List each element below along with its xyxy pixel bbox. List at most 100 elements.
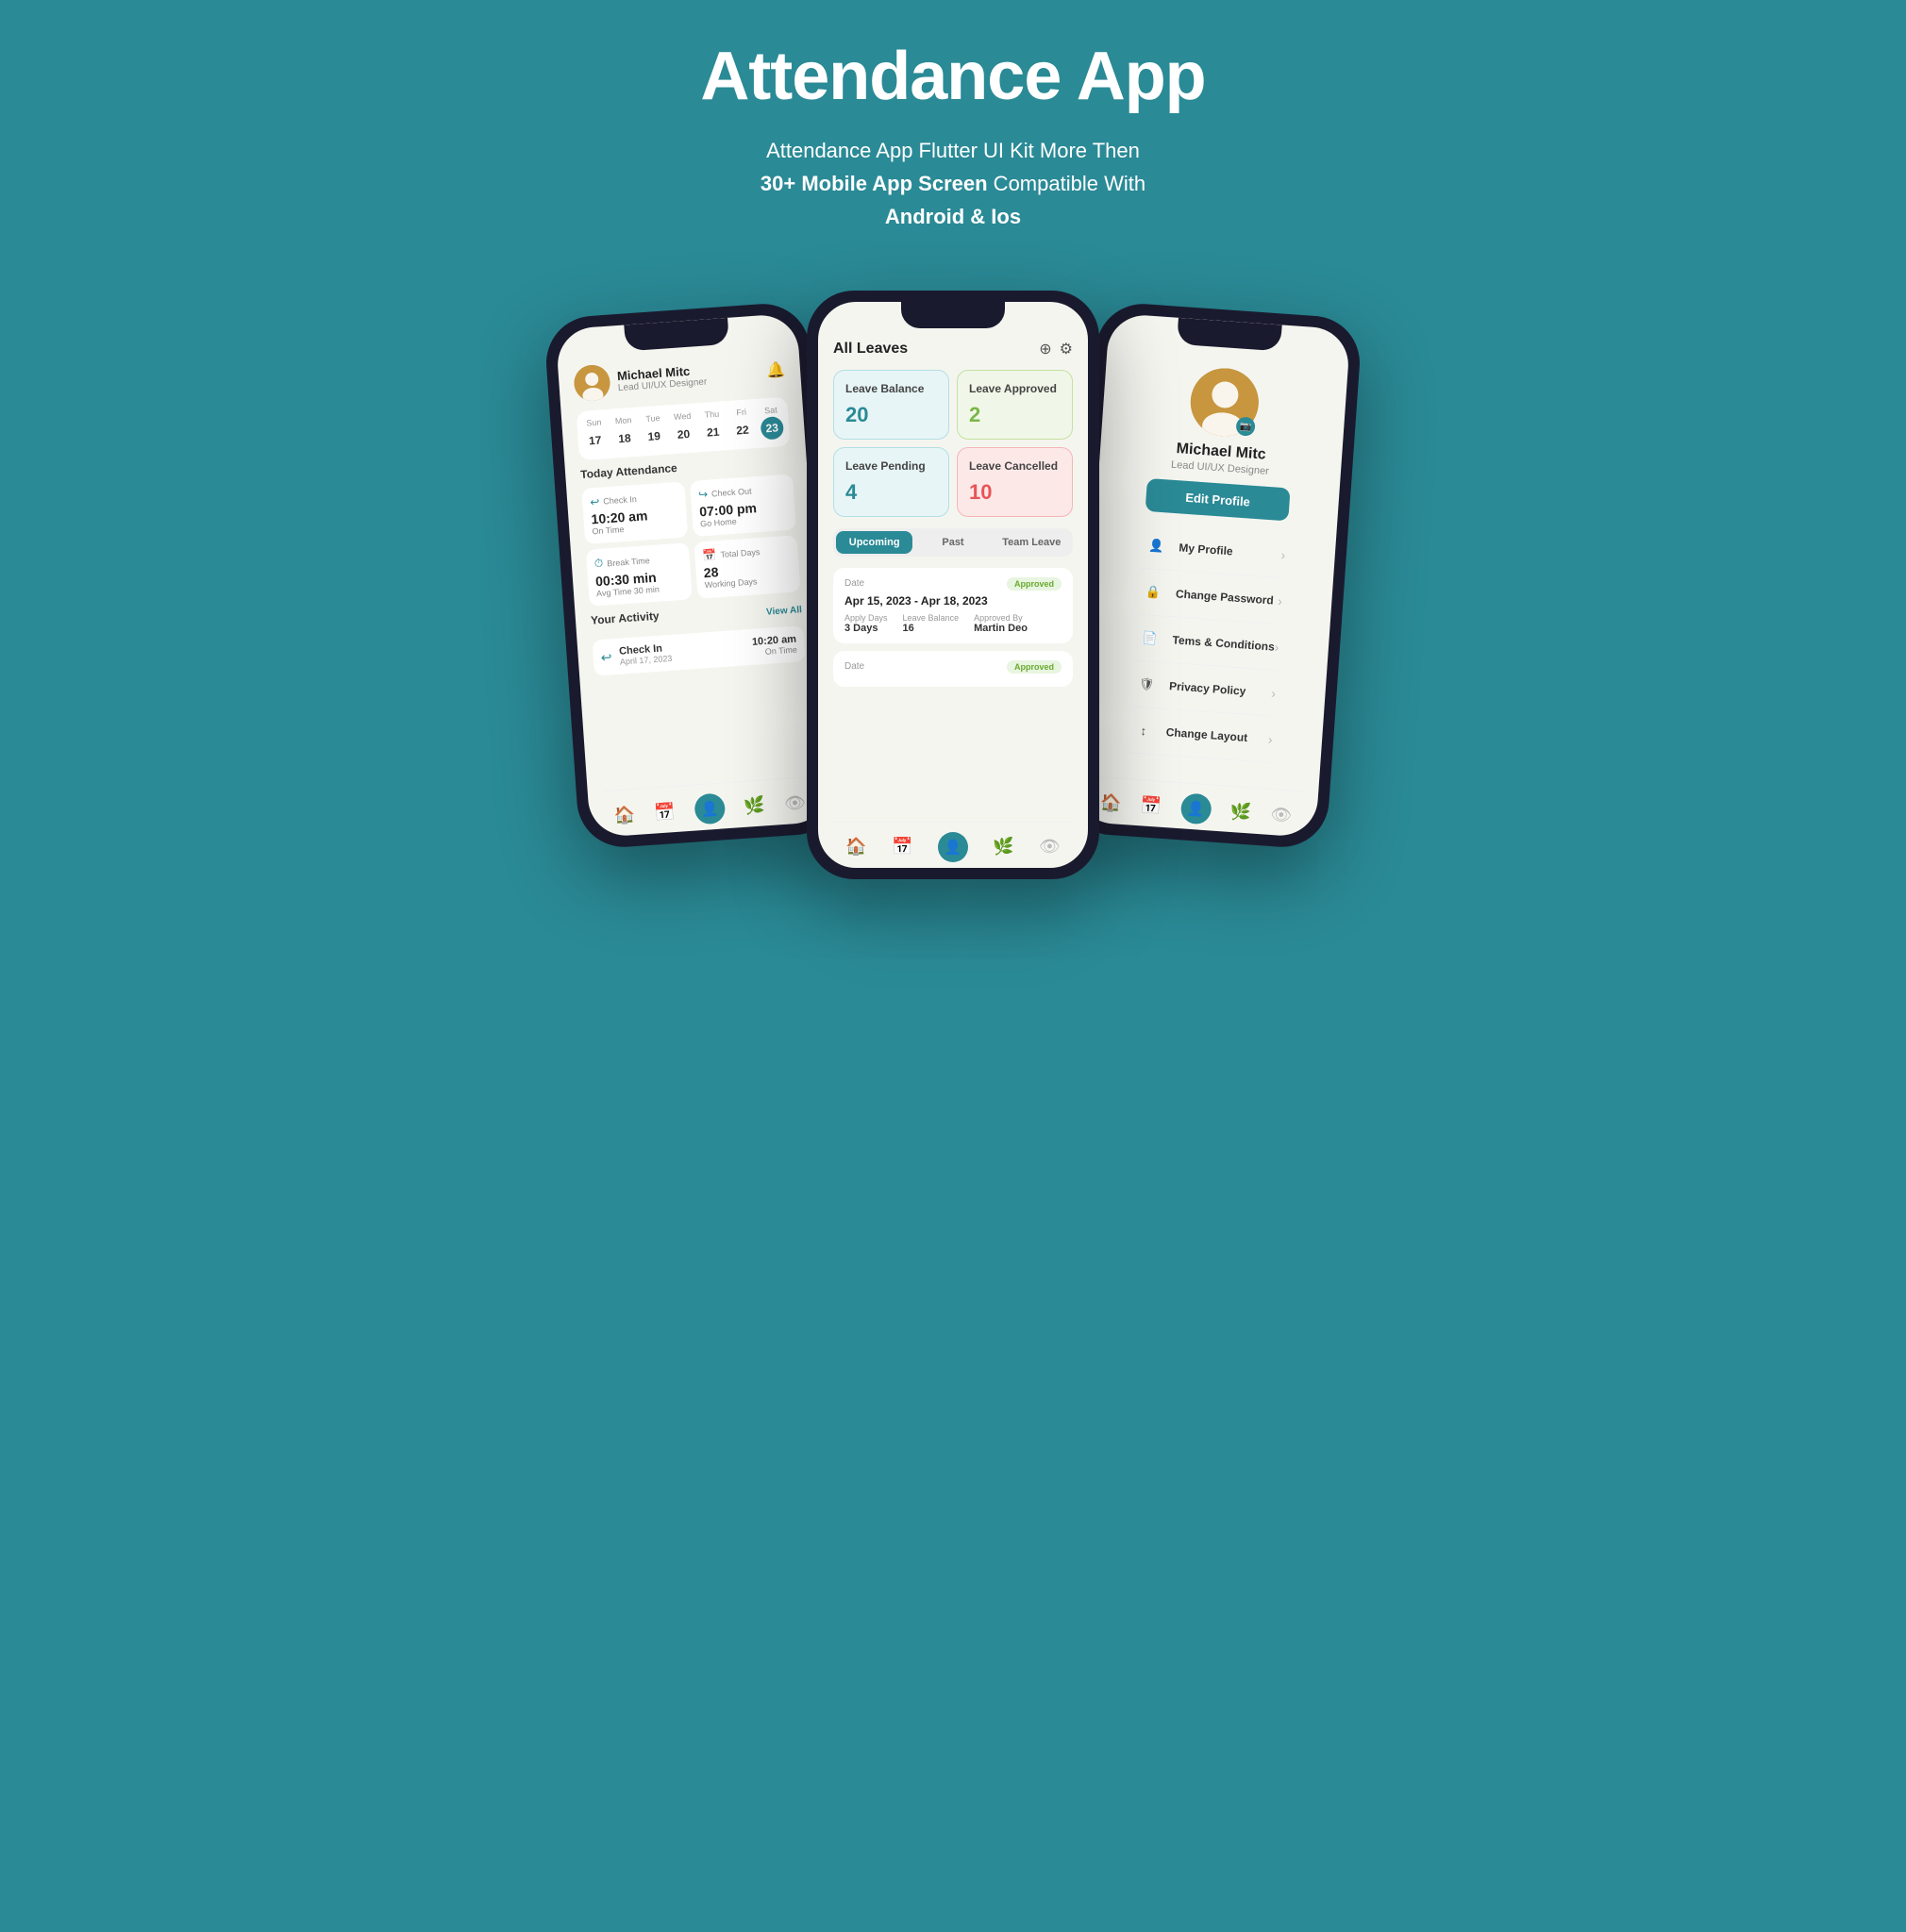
leaves-tabs: Upcoming Past Team Leave — [833, 528, 1073, 557]
phone-attendance: Michael Mitc Lead UI/UX Designer 🔔 Sun 1… — [543, 300, 844, 849]
menu-terms-label: Tems & Conditions — [1172, 633, 1275, 654]
approved-by-1: Approved By Martin Deo — [974, 613, 1028, 634]
leave-balance-title: Leave Balance — [845, 382, 937, 395]
nav-home-right[interactable]: 🏠 — [1099, 791, 1122, 813]
nav-home-center[interactable]: 🏠 — [845, 837, 866, 857]
leave-approved-value: 2 — [969, 403, 1061, 427]
menu-terms-icon: 📄 — [1136, 624, 1164, 652]
nav-leaves-center[interactable]: 🌿 — [993, 837, 1013, 857]
cal-day-sun: Sun 17 — [582, 417, 607, 453]
nav-profile-right[interactable]: 👁 — [1270, 804, 1293, 825]
leave-balance-card: Leave Balance 20 — [833, 370, 949, 440]
leave-pending-card: Leave Pending 4 — [833, 447, 949, 517]
phone-leaves: All Leaves ⊕ ⚙ Leave Balance 20 Leave Ap… — [807, 291, 1099, 879]
leave-item-header-2: Date Approved — [844, 660, 1062, 674]
menu-password-icon: 🔒 — [1139, 577, 1167, 606]
activity-icon: ↩ — [600, 648, 612, 665]
leaves-actions: ⊕ ⚙ — [1039, 340, 1073, 358]
activity-time-wrap: 10:20 am On Time — [752, 633, 798, 657]
checkout-card: ↪ Check Out 07:00 pm Go Home — [690, 474, 796, 536]
leave-item-footer-1: Apply Days 3 Days Leave Balance 16 Appro… — [844, 613, 1062, 634]
leave-balance-footer-1: Leave Balance 16 — [903, 613, 960, 634]
cal-day-thu: Thu 21 — [700, 408, 725, 444]
leave-item-header-1: Date Approved — [844, 577, 1062, 591]
tab-upcoming[interactable]: Upcoming — [836, 531, 912, 554]
bottom-nav-left: 🏠 📅 👤 🌿 👁 — [603, 775, 817, 837]
menu-privacy-arrow: › — [1271, 685, 1277, 700]
nav-leaves-right[interactable]: 🌿 — [1229, 801, 1252, 823]
menu-terms-arrow: › — [1274, 639, 1279, 654]
leave-cancelled-card: Leave Cancelled 10 — [957, 447, 1073, 517]
menu-profile-label: My Profile — [1179, 541, 1281, 561]
leaves-title: All Leaves — [833, 341, 908, 358]
leaves-grid: Leave Balance 20 Leave Approved 2 Leave … — [833, 370, 1073, 517]
totaldays-icon: 📅 — [702, 548, 717, 562]
menu-layout-icon: ↕ — [1129, 716, 1158, 744]
nav-people-right[interactable]: 👤 — [1179, 792, 1212, 824]
leave-approved-title: Leave Approved — [969, 382, 1061, 395]
leave-pending-value: 4 — [845, 480, 937, 505]
leave-pending-title: Leave Pending — [845, 459, 937, 473]
user-info-left: Michael Mitc Lead UI/UX Designer — [617, 358, 768, 393]
view-all-link[interactable]: View All — [766, 604, 802, 617]
nav-people-left[interactable]: 👤 — [694, 792, 726, 824]
leave-item-date-label-1: Date — [844, 578, 864, 589]
leave-approved-card: Leave Approved 2 — [957, 370, 1073, 440]
profile-avatar-wrap: 📷 — [1188, 366, 1261, 439]
nav-profile-center[interactable]: 👁 — [1039, 837, 1061, 857]
leave-balance-value: 20 — [845, 403, 937, 427]
nav-profile-left[interactable]: 👁 — [783, 791, 806, 813]
profile-screen: 📷 Michael Mitc Lead UI/UX Designer Edit … — [1129, 354, 1298, 763]
total-days-card: 📅 Total Days 28 Working Days — [694, 535, 801, 598]
bell-icon[interactable]: 🔔 — [765, 359, 785, 379]
phones-container: Michael Mitc Lead UI/UX Designer 🔔 Sun 1… — [434, 291, 1472, 879]
apply-days-1: Apply Days 3 Days — [844, 613, 888, 634]
attendance-header: Michael Mitc Lead UI/UX Designer 🔔 — [573, 351, 786, 402]
cal-day-wed: Wed 20 — [671, 410, 695, 446]
activity-info: Check In April 17, 2023 — [619, 636, 753, 666]
nav-calendar-left[interactable]: 📅 — [654, 801, 677, 823]
bottom-nav-center: 🏠 📅 👤 🌿 👁 — [833, 822, 1073, 868]
menu-password-label: Change Password — [1176, 587, 1279, 608]
add-leave-icon[interactable]: ⊕ — [1039, 340, 1051, 358]
nav-calendar-right[interactable]: 📅 — [1140, 794, 1162, 816]
tab-past[interactable]: Past — [914, 531, 991, 554]
break-card: ⏱ Break Time 00:30 min Avg Time 30 min — [586, 542, 693, 606]
filter-icon[interactable]: ⚙ — [1060, 340, 1073, 358]
page-subtitle: Attendance App Flutter UI Kit More Then … — [761, 134, 1145, 234]
leave-status-1: Approved — [1007, 577, 1062, 591]
check-in-card: ↩ Check In 10:20 am On Time — [581, 481, 688, 543]
cal-day-fri: Fri 22 — [729, 407, 754, 442]
leave-status-2: Approved — [1007, 660, 1062, 674]
avatar-left — [573, 363, 611, 402]
nav-calendar-center[interactable]: 📅 — [892, 837, 912, 857]
edit-profile-button[interactable]: Edit Profile — [1145, 478, 1290, 521]
activity-title: Your Activity — [591, 608, 660, 626]
nav-people-center[interactable]: 👤 — [938, 832, 968, 862]
nav-leaves-left[interactable]: 🌿 — [744, 794, 766, 816]
leave-cancelled-value: 10 — [969, 480, 1061, 505]
attendance-grid: ↩ Check In 10:20 am On Time ↪ Check Out … — [581, 474, 800, 606]
menu-password-arrow: › — [1278, 592, 1283, 608]
nav-home-left[interactable]: 🏠 — [613, 804, 636, 825]
leave-item-date-label-2: Date — [844, 661, 864, 672]
menu-privacy-label: Privacy Policy — [1169, 679, 1272, 700]
menu-profile-icon: 👤 — [1143, 531, 1171, 559]
menu-list: 👤 My Profile › 🔒 Change Password › 📄 Tem… — [1129, 522, 1287, 762]
checkin-icon: ↩ — [590, 494, 600, 508]
calendar-week: Sun 17 Mon 18 Tue 19 Wed 20 — [577, 396, 791, 459]
break-icon: ⏱ — [594, 556, 603, 571]
cal-day-tue: Tue 19 — [642, 412, 666, 448]
cal-day-sat: Sat 23 — [760, 405, 784, 441]
tab-team-leave[interactable]: Team Leave — [994, 531, 1070, 554]
menu-profile-arrow: › — [1280, 547, 1286, 562]
leave-item-2: Date Approved — [833, 651, 1073, 687]
checkout-icon: ↪ — [698, 487, 709, 501]
menu-layout[interactable]: ↕ Change Layout › — [1129, 707, 1274, 762]
menu-layout-label: Change Layout — [1165, 725, 1268, 746]
leave-item-dates-1: Apr 15, 2023 - Apr 18, 2023 — [844, 594, 1062, 608]
leave-item-1: Date Approved Apr 15, 2023 - Apr 18, 202… — [833, 568, 1073, 643]
phone-profile: 📷 Michael Mitc Lead UI/UX Designer Edit … — [1062, 300, 1363, 849]
page-title: Attendance App — [700, 38, 1205, 115]
activity-item: ↩ Check In April 17, 2023 10:20 am On Ti… — [593, 625, 806, 676]
